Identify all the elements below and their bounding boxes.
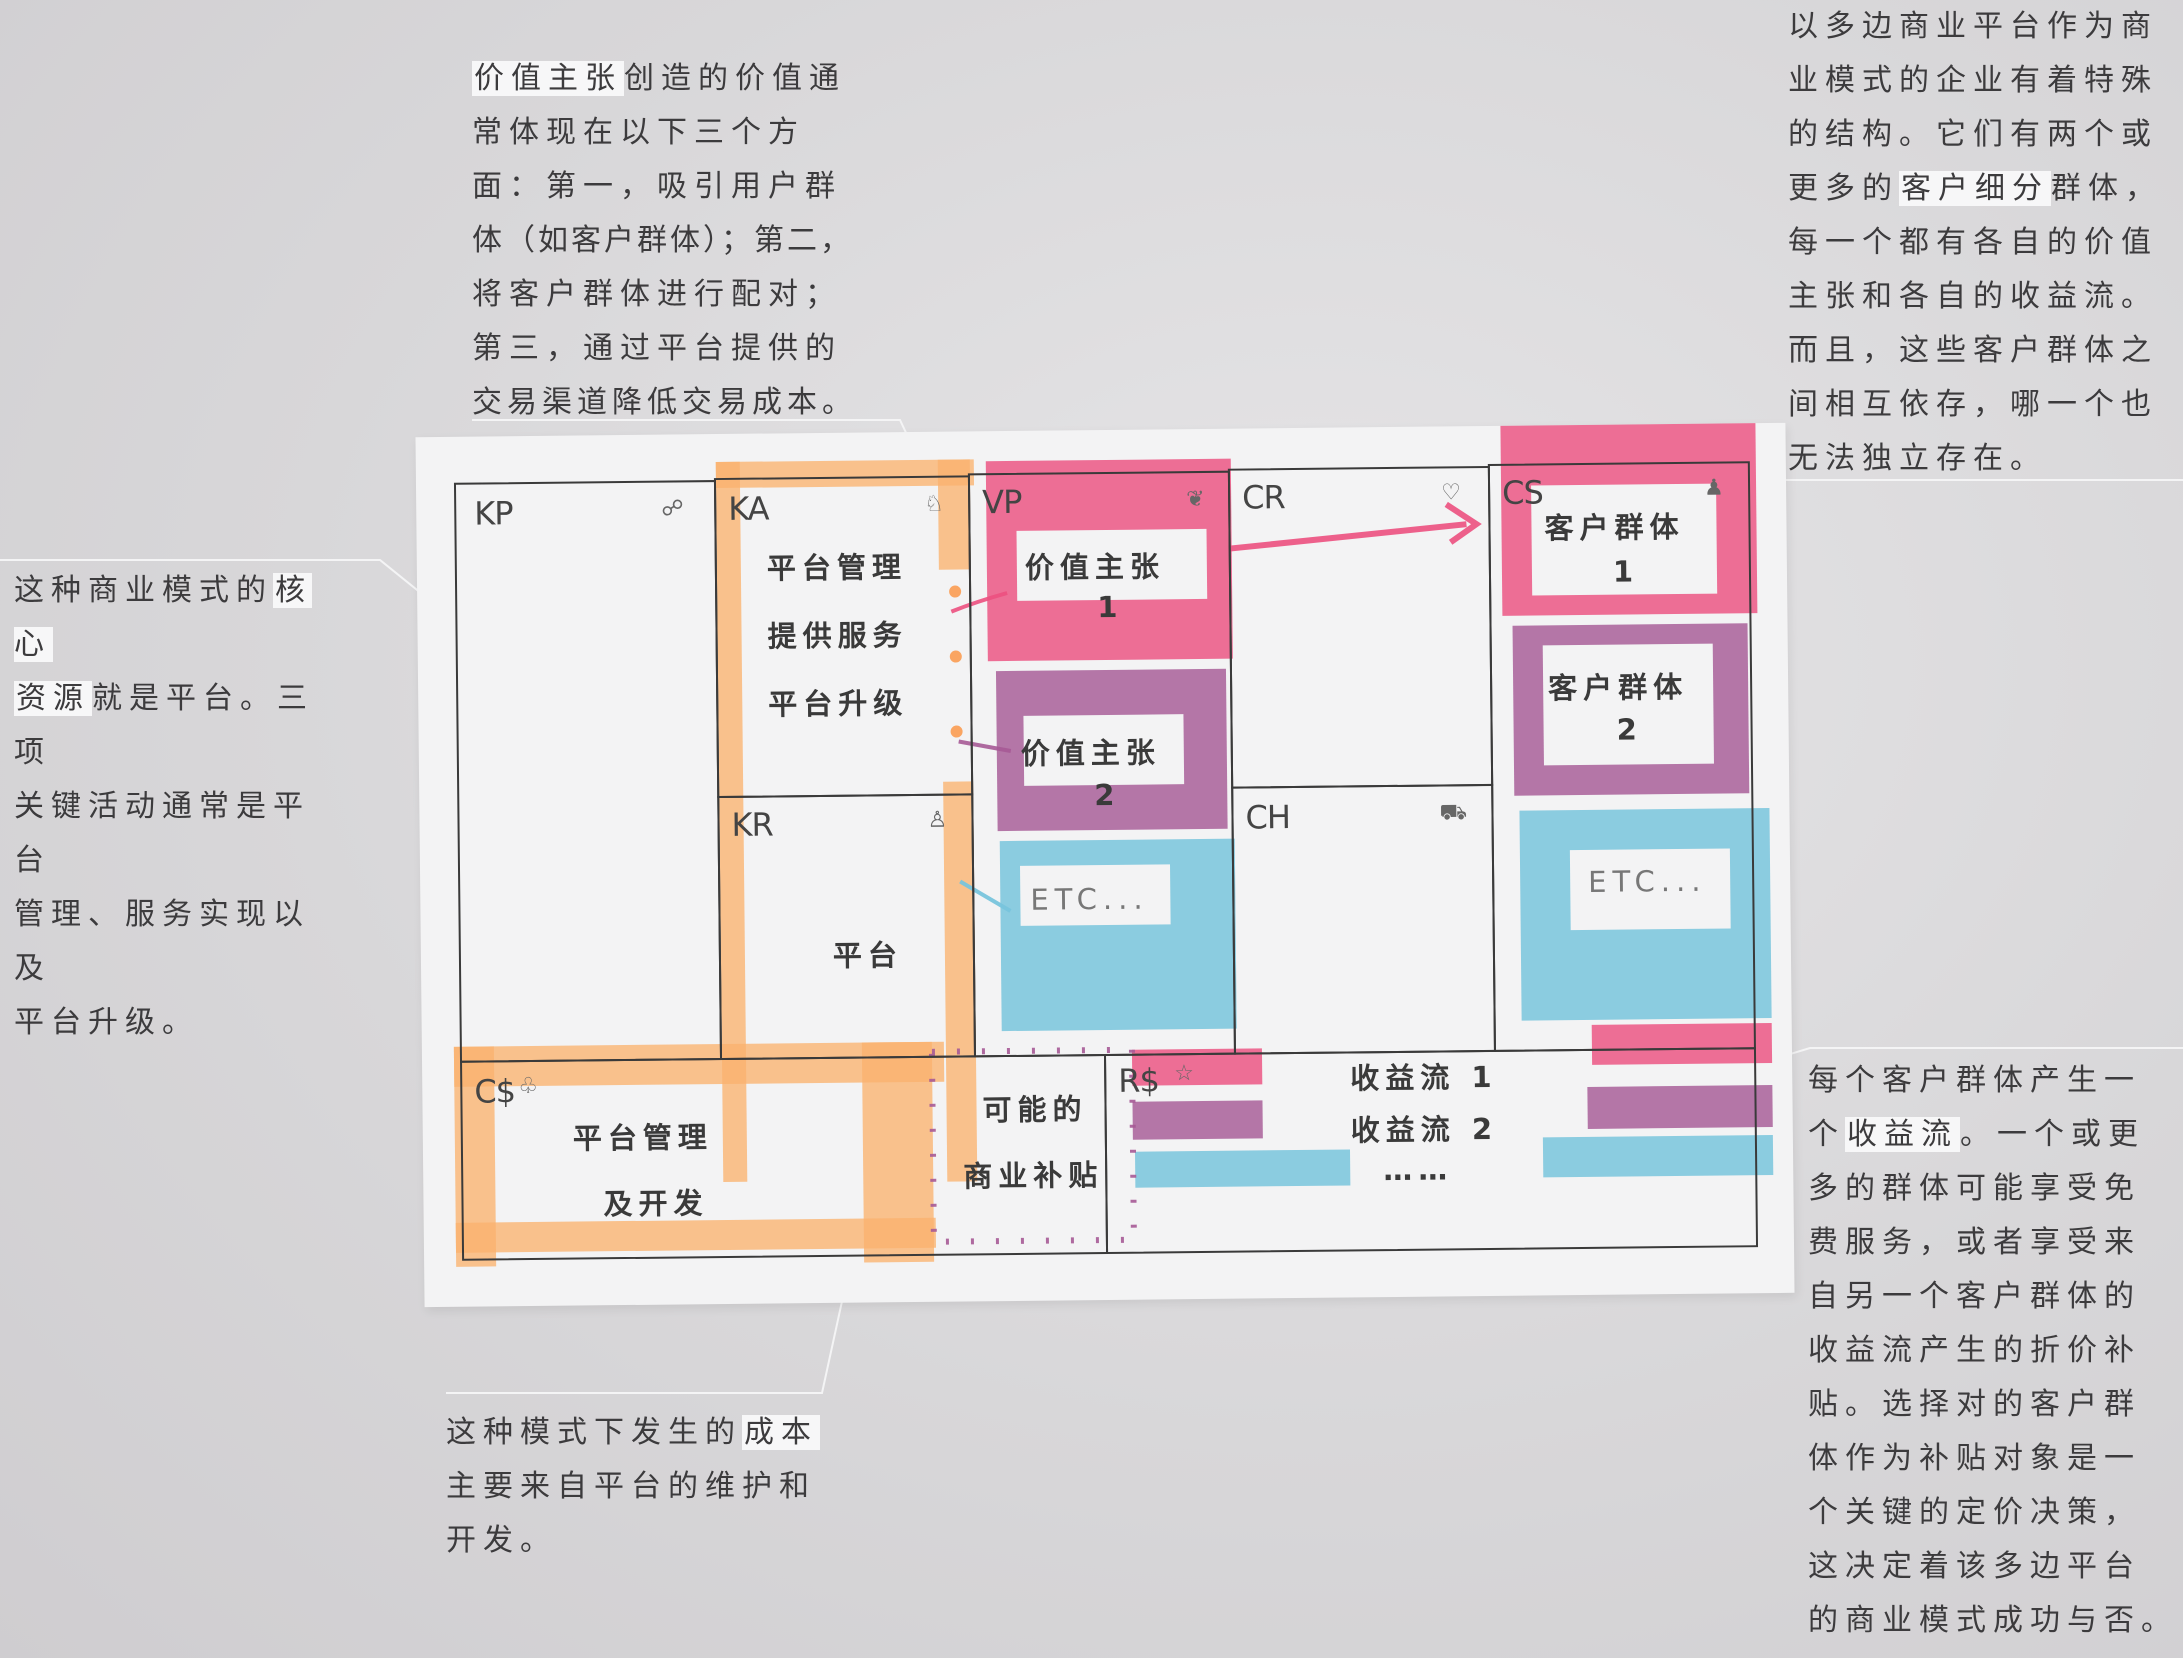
cost-tag-icon: ♧ xyxy=(518,1073,539,1100)
vp-etc: ETC... xyxy=(1030,881,1149,917)
gift-icon: ❦ xyxy=(1186,486,1205,513)
cost-platform-management: 平台管理 xyxy=(572,1120,714,1156)
vp-code: VP xyxy=(981,482,1022,522)
vp-label-1: 价值主张 xyxy=(1024,549,1166,585)
cost-and-development: 及开发 xyxy=(603,1186,709,1222)
kr-platform: 平台 xyxy=(832,938,904,973)
cs-num-2: 2 xyxy=(1616,712,1643,747)
revenue-stream-1: 收益流 1 xyxy=(1350,1059,1498,1096)
cs-label-2: 客户群体 xyxy=(1547,669,1689,706)
resources-icon: ♙ xyxy=(927,807,948,833)
ka-code: KA xyxy=(728,489,769,528)
vp-num-2: 2 xyxy=(1094,777,1121,813)
ka-item-platform-management: 平台管理 xyxy=(766,550,908,586)
cs-etc: ETC... xyxy=(1588,863,1707,899)
cost-possible: 可能的 xyxy=(982,1092,1088,1128)
cost-code: C$ xyxy=(474,1072,516,1111)
business-model-canvas: KP KA VP CR CS KR CH C$ R$ ☍ ♘ ♡ ♟ ❦ ♙ ⛟… xyxy=(415,422,1795,1308)
cs-label-1: 客户群体 xyxy=(1544,509,1685,546)
kp-code: KP xyxy=(474,494,513,533)
cr-code: CR xyxy=(1241,478,1285,517)
cs-cell xyxy=(1487,461,1756,1052)
kr-code: KR xyxy=(731,805,773,844)
heart-icon: ♡ xyxy=(1440,480,1461,506)
vp-num-1: 1 xyxy=(1097,589,1124,625)
ka-item-platform-upgrade: 平台升级 xyxy=(768,686,909,722)
person-icon: ♟ xyxy=(1703,475,1724,501)
activities-icon: ♘ xyxy=(924,491,945,517)
partners-icon: ☍ xyxy=(661,496,684,522)
revenue-code: R$ xyxy=(1118,1061,1160,1100)
cs-code: CS xyxy=(1501,473,1543,512)
revenue-more: …… xyxy=(1383,1152,1454,1188)
ka-item-provide-service: 提供服务 xyxy=(767,618,908,654)
ch-code: CH xyxy=(1245,798,1291,837)
kp-cell xyxy=(453,480,723,1063)
truck-icon: ⛟ xyxy=(1439,800,1468,826)
cost-business-subsidy: 商业补贴 xyxy=(963,1158,1104,1194)
vp-label-2: 价值主张 xyxy=(1020,735,1162,771)
revenue-bag-icon: ☆ xyxy=(1174,1061,1195,1087)
revenue-stream-2: 收益流 2 xyxy=(1350,1111,1499,1148)
cs-num-1: 1 xyxy=(1612,554,1640,589)
